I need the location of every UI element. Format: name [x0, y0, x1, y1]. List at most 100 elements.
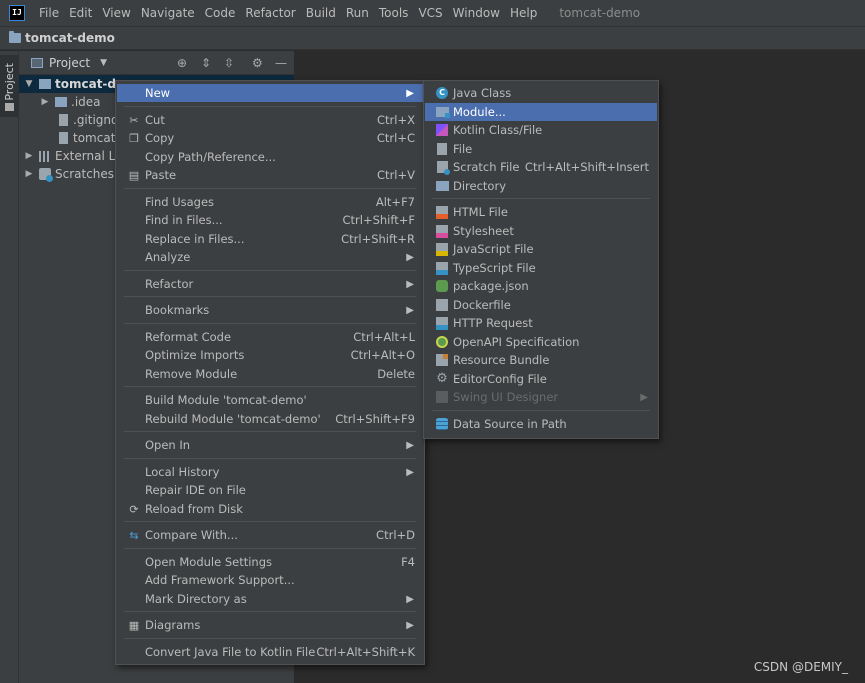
separator [124, 386, 416, 387]
menu-item-new[interactable]: New ▶ [117, 84, 423, 102]
breadcrumb-project[interactable]: tomcat-demo [25, 31, 115, 45]
expand-all-icon[interactable]: ⇕ [201, 56, 211, 70]
submenu-item-stylesheet[interactable]: Stylesheet [425, 222, 657, 240]
menu-item-find-usages[interactable]: Find Usages Alt+F7 [117, 193, 423, 211]
compare-icon: ⇆ [129, 528, 139, 542]
chevron-right-icon: ▶ [406, 593, 414, 605]
submenu-item-package-json[interactable]: package.json [425, 277, 657, 295]
menu-item-refactor[interactable]: Refactor ▶ [117, 275, 423, 293]
menu-edit[interactable]: Edit [69, 6, 92, 20]
project-tool-tab[interactable]: Project [0, 55, 19, 117]
menu-window[interactable]: Window [453, 6, 500, 20]
submenu-item-dockerfile[interactable]: Dockerfile [425, 296, 657, 314]
menu-item-add-framework-support[interactable]: Add Framework Support... [117, 571, 423, 589]
menu-item-bookmarks[interactable]: Bookmarks ▶ [117, 301, 423, 319]
menu-item-label: Paste [145, 168, 177, 182]
submenu-item-directory[interactable]: Directory [425, 177, 657, 195]
menu-item-rebuild-module[interactable]: Rebuild Module 'tomcat-demo' Ctrl+Shift+… [117, 410, 423, 428]
menu-item-replace-in-files[interactable]: Replace in Files... Ctrl+Shift+R [117, 230, 423, 248]
menu-item-compare-with[interactable]: ⇆ Compare With... Ctrl+D [117, 526, 423, 544]
menu-item-open-in[interactable]: Open In ▶ [117, 436, 423, 454]
menu-item-label: Find Usages [145, 195, 215, 209]
hide-icon[interactable]: — [275, 56, 287, 70]
submenu-item-module[interactable]: Module... [425, 103, 657, 121]
chevron-right-icon: ▶ [406, 304, 414, 316]
separator [124, 431, 416, 432]
submenu-item-data-source[interactable]: Data Source in Path [425, 415, 657, 433]
menu-vcs[interactable]: VCS [418, 6, 442, 20]
menu-view[interactable]: View [102, 6, 130, 20]
submenu-item-swing-ui-designer[interactable]: Swing UI Designer ▶ [425, 388, 657, 406]
chevron-right-icon: ▶ [406, 251, 414, 263]
menu-item-shortcut: F4 [401, 555, 415, 569]
menu-item-label: TypeScript File [453, 261, 536, 275]
menu-item-reload-from-disk[interactable]: ⟳ Reload from Disk [117, 500, 423, 518]
menu-item-copy[interactable]: ❐ Copy Ctrl+C [117, 129, 423, 147]
menu-item-shortcut: Ctrl+Alt+Shift+K [316, 645, 415, 659]
tree-item-gitignore[interactable]: .gitignore [19, 111, 130, 129]
menu-item-remove-module[interactable]: Remove Module Delete [117, 365, 423, 383]
menu-help[interactable]: Help [510, 6, 537, 20]
separator [124, 106, 416, 107]
menu-code[interactable]: Code [205, 6, 236, 20]
submenu-item-http-request[interactable]: HTTP Request [425, 314, 657, 332]
collapse-all-icon[interactable]: ⇳ [224, 56, 234, 70]
menu-item-convert-to-kotlin[interactable]: Convert Java File to Kotlin File Ctrl+Al… [117, 643, 423, 661]
menu-file[interactable]: File [39, 6, 59, 20]
menu-item-label: EditorConfig File [453, 372, 547, 386]
menu-item-optimize-imports[interactable]: Optimize Imports Ctrl+Alt+O [117, 346, 423, 364]
menu-item-paste[interactable]: ▤ Paste Ctrl+V [117, 166, 423, 184]
submenu-item-file[interactable]: File [425, 140, 657, 158]
paste-icon: ▤ [128, 168, 140, 182]
chevron-down-icon[interactable]: ▼ [100, 58, 107, 68]
submenu-item-java-class[interactable]: C Java Class [425, 84, 657, 102]
gear-icon[interactable]: ⚙ [252, 56, 263, 70]
menu-tools[interactable]: Tools [379, 6, 409, 20]
menu-item-analyze[interactable]: Analyze ▶ [117, 248, 423, 266]
submenu-item-scratch-file[interactable]: Scratch File Ctrl+Alt+Shift+Insert [425, 158, 657, 176]
submenu-item-resource-bundle[interactable]: Resource Bundle [425, 351, 657, 369]
chevron-right-icon[interactable]: ▶ [23, 151, 35, 161]
menu-item-repair-ide[interactable]: Repair IDE on File [117, 481, 423, 499]
menu-item-label: HTML File [453, 205, 508, 219]
submenu-item-openapi[interactable]: OpenAPI Specification [425, 333, 657, 351]
menu-item-build-module[interactable]: Build Module 'tomcat-demo' [117, 391, 423, 409]
menu-item-label: Stylesheet [453, 224, 514, 238]
menu-item-copy-path[interactable]: Copy Path/Reference... [117, 148, 423, 166]
menu-navigate[interactable]: Navigate [141, 6, 195, 20]
menu-item-shortcut: Ctrl+X [377, 113, 415, 127]
menu-item-module-settings[interactable]: Open Module Settings F4 [117, 553, 423, 571]
menu-item-mark-directory-as[interactable]: Mark Directory as ▶ [117, 590, 423, 608]
submenu-item-html-file[interactable]: HTML File [425, 203, 657, 221]
menu-item-label: Directory [453, 179, 507, 193]
menu-item-find-in-files[interactable]: Find in Files... Ctrl+Shift+F [117, 211, 423, 229]
menu-item-shortcut: Ctrl+Alt+O [350, 348, 415, 362]
menu-build[interactable]: Build [306, 6, 336, 20]
gear-icon: ⚙ [436, 371, 448, 386]
separator [124, 323, 416, 324]
chevron-right-icon[interactable]: ▶ [39, 97, 51, 107]
scratches-icon [39, 168, 53, 182]
menu-run[interactable]: Run [346, 6, 369, 20]
folder-icon [55, 97, 67, 107]
menu-item-cut[interactable]: ✂ Cut Ctrl+X [117, 111, 423, 129]
menu-item-shortcut: Ctrl+D [376, 528, 415, 542]
locate-icon[interactable]: ⊕ [177, 56, 187, 70]
menu-refactor[interactable]: Refactor [245, 6, 295, 20]
chevron-down-icon[interactable]: ▼ [23, 79, 35, 89]
submenu-item-javascript-file[interactable]: JavaScript File [425, 240, 657, 258]
diagram-icon: ▦ [128, 618, 140, 632]
tree-item-idea[interactable]: ▶ .idea [19, 93, 101, 111]
menu-item-reformat-code[interactable]: Reformat Code Ctrl+Alt+L [117, 328, 423, 346]
submenu-item-kotlin-class[interactable]: Kotlin Class/File [425, 121, 657, 139]
separator [124, 188, 416, 189]
menu-item-local-history[interactable]: Local History ▶ [117, 463, 423, 481]
submenu-item-typescript-file[interactable]: TypeScript File [425, 259, 657, 277]
chevron-right-icon[interactable]: ▶ [23, 169, 35, 179]
project-view-selector[interactable]: Project [49, 56, 90, 70]
menu-item-shortcut: Ctrl+Shift+R [341, 232, 415, 246]
menu-item-label: Add Framework Support... [145, 573, 295, 587]
submenu-item-editorconfig[interactable]: ⚙ EditorConfig File [425, 370, 657, 388]
menu-item-diagrams[interactable]: ▦ Diagrams ▶ [117, 616, 423, 634]
menu-item-label: Mark Directory as [145, 592, 247, 606]
